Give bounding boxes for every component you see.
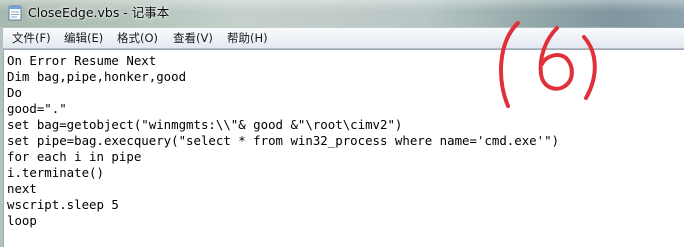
code-line: good="." (7, 101, 67, 116)
menu-file[interactable]: 文件(F) (12, 28, 51, 48)
notepad-icon (8, 5, 22, 21)
menu-format[interactable]: 格式(O) (117, 28, 158, 48)
text-editor[interactable]: On Error Resume Next Dim bag,pipe,honker,… (3, 49, 684, 247)
code-line: loop (7, 213, 37, 228)
editor-text: On Error Resume Next Dim bag,pipe,honker,… (7, 53, 559, 229)
menu-help[interactable]: 帮助(H) (227, 28, 268, 48)
menu-bar: 文件(F) 编辑(E) 格式(O) 查看(V) 帮助(H) (3, 28, 684, 49)
code-line: Do (7, 85, 22, 100)
code-line: next (7, 181, 37, 196)
code-line: set pipe=bag.execquery("select * from wi… (7, 133, 560, 148)
code-line: On Error Resume Next (7, 53, 157, 68)
menu-edit[interactable]: 编辑(E) (64, 28, 103, 48)
title-bar[interactable]: CloseEdge.vbs - 记事本 (0, 0, 684, 27)
code-line: for each i in pipe (7, 149, 142, 164)
code-line: set bag=getobject("winmgmts:\\"& good &"… (7, 117, 403, 132)
menu-view[interactable]: 查看(V) (173, 28, 213, 48)
window-title: CloseEdge.vbs - 记事本 (28, 5, 170, 20)
code-line: i.terminate() (7, 165, 104, 180)
code-line: wscript.sleep 5 (7, 197, 119, 212)
code-line: Dim bag,pipe,honker,good (7, 69, 187, 84)
notepad-window: CloseEdge.vbs - 记事本 文件(F) 编辑(E) 格式(O) 查看… (0, 0, 684, 247)
